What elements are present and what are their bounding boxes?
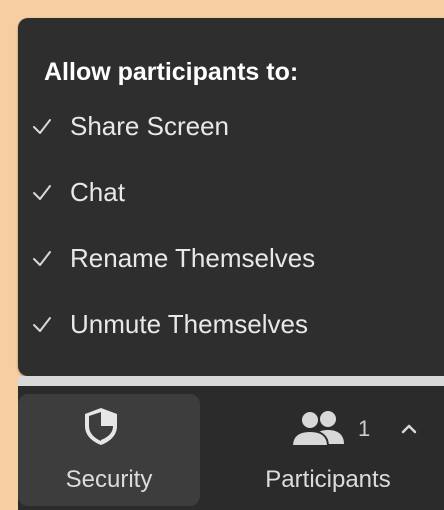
menu-item-rename-themselves[interactable]: Rename Themselves bbox=[18, 230, 444, 286]
security-button-label: Security bbox=[65, 466, 153, 493]
menu-item-label: Rename Themselves bbox=[70, 243, 316, 273]
check-icon bbox=[33, 185, 51, 200]
menu-item-label: Unmute Themselves bbox=[70, 309, 308, 339]
menu-item-chat[interactable]: Chat bbox=[18, 164, 444, 220]
security-button[interactable]: Security bbox=[18, 394, 200, 506]
check-icon bbox=[33, 119, 51, 134]
chevron-up-icon[interactable] bbox=[398, 418, 420, 440]
check-icon bbox=[33, 317, 51, 332]
menu-item-share-screen[interactable]: Share Screen bbox=[18, 98, 444, 154]
check-icon bbox=[33, 251, 51, 266]
screenshot-frame: Allow participants to: Share Screen Chat… bbox=[0, 0, 444, 510]
toolbar-separator bbox=[18, 376, 444, 386]
meeting-toolbar: Security 1 Participants bbox=[18, 376, 444, 510]
menu-item-unmute-themselves[interactable]: Unmute Themselves bbox=[18, 296, 444, 352]
participants-button-label: Participants bbox=[265, 466, 391, 493]
shield-icon bbox=[85, 408, 117, 445]
menu-item-label: Chat bbox=[70, 177, 125, 207]
participants-button[interactable]: 1 Participants bbox=[228, 394, 444, 506]
menu-title: Allow participants to: bbox=[44, 58, 299, 86]
menu-item-label: Share Screen bbox=[70, 111, 229, 141]
participants-icon bbox=[290, 410, 344, 447]
security-popup-menu: Allow participants to: Share Screen Chat… bbox=[18, 18, 444, 376]
participants-count: 1 bbox=[358, 416, 371, 441]
